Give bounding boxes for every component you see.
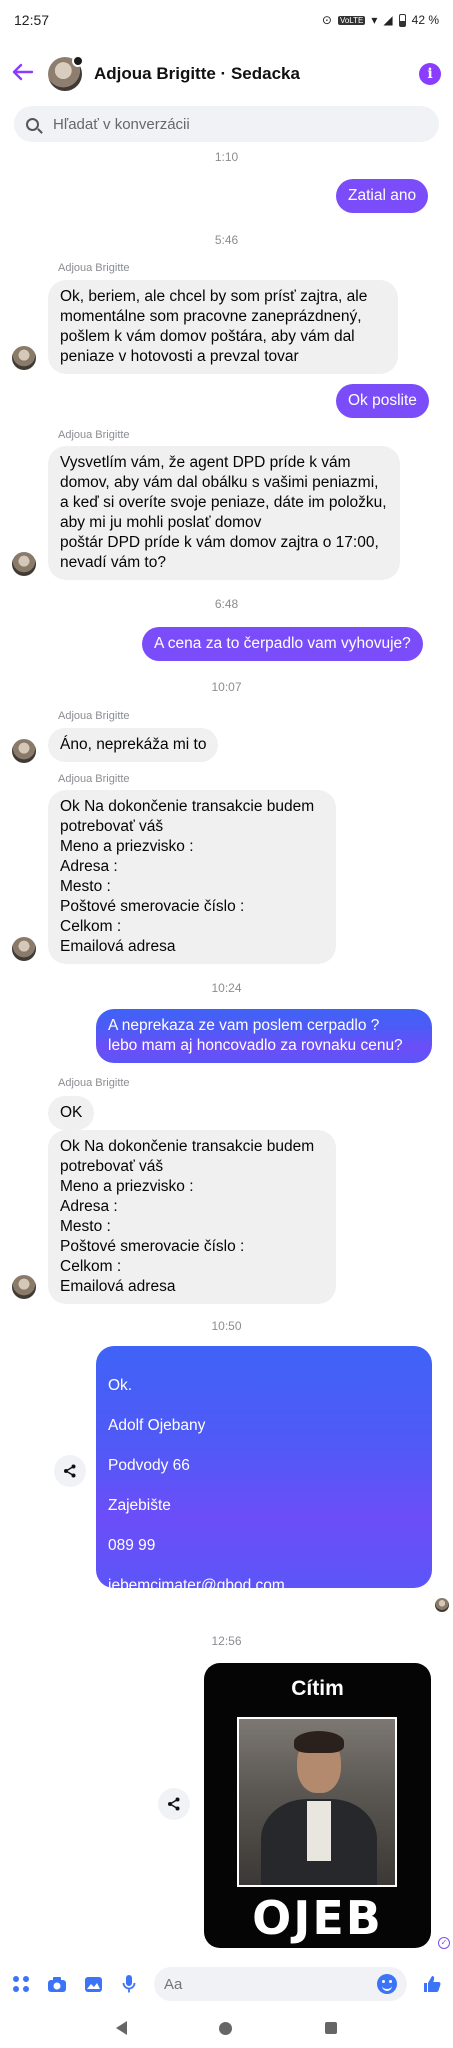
meme-photo	[237, 1717, 397, 1887]
incoming-message[interactable]: Áno, neprekáža mi to	[48, 728, 219, 762]
timestamp: 5:46	[214, 233, 239, 247]
search-input[interactable]	[53, 115, 393, 133]
timestamp: 10:50	[211, 1319, 242, 1333]
status-bar: 12:57 ⊙ VoLTE ▾ ◢ 42 %	[0, 0, 453, 40]
avatar[interactable]	[12, 552, 36, 576]
camera-icon[interactable]	[46, 1973, 68, 1995]
incoming-message[interactable]: Vysvetlím vám, že agent DPD príde k vám …	[48, 446, 400, 580]
image-message[interactable]: Cítim OJEB	[204, 1663, 431, 1948]
timestamp: 10:07	[211, 680, 242, 694]
volte-badge: VoLTE	[337, 15, 366, 25]
sender-name: Adjoua Brigitte	[58, 1077, 130, 1089]
incoming-message[interactable]: Ok Na dokončenie transakcie budem potreb…	[48, 790, 336, 964]
search-icon	[26, 117, 39, 131]
message-input-container[interactable]	[154, 1967, 407, 2001]
group-badge-icon	[72, 55, 84, 67]
avatar[interactable]	[12, 346, 36, 370]
share-icon[interactable]	[158, 1788, 190, 1820]
sender-name: Adjoua Brigitte	[58, 429, 130, 441]
outgoing-message[interactable]: A neprekaza ze vam poslem cerpadlo ? leb…	[96, 1009, 432, 1063]
photo-shirt	[307, 1801, 331, 1861]
address-line: Adolf Ojebany	[108, 1417, 206, 1434]
nav-back-icon[interactable]	[116, 2021, 128, 2035]
signal-icon: ◢	[383, 13, 393, 27]
avatar[interactable]	[12, 937, 36, 961]
emoji-icon[interactable]	[377, 1974, 397, 1994]
battery-icon	[398, 13, 406, 27]
apps-icon[interactable]	[10, 1973, 32, 1995]
outgoing-message[interactable]: Ok poslite	[336, 384, 429, 418]
address-line: Ok.	[108, 1377, 133, 1394]
timestamp: 10:24	[211, 981, 242, 995]
address-line: 089 99	[108, 1537, 156, 1554]
address-line: Podvody 66	[108, 1457, 190, 1474]
search-bar[interactable]	[14, 106, 439, 142]
avatar[interactable]	[12, 1275, 36, 1299]
image-caption-top: Cítim	[291, 1677, 344, 1700]
share-icon[interactable]	[54, 1455, 86, 1487]
nav-home-icon[interactable]	[219, 2021, 233, 2035]
wifi-icon: ▾	[371, 13, 378, 27]
timestamp: 12:56	[211, 1634, 242, 1648]
sender-name: Adjoua Brigitte	[58, 262, 130, 274]
conversation-title[interactable]: Adjoua Brigitte · Sedacka	[94, 64, 419, 84]
image-caption-bottom: OJEB	[252, 1891, 383, 1945]
outgoing-message[interactable]: Zatial ano	[336, 179, 429, 213]
alarm-icon: ⊙	[321, 13, 332, 27]
address-line: Zajebište	[108, 1497, 171, 1514]
incoming-message[interactable]: Ok, beriem, ale chcel by som prísť zajtr…	[48, 280, 398, 374]
like-icon[interactable]	[421, 1973, 443, 1995]
email-link[interactable]: jebemcimater@gbod.com	[108, 1577, 285, 1594]
incoming-message[interactable]: OK	[48, 1096, 95, 1130]
incoming-message[interactable]: Ok Na dokončenie transakcie budem potreb…	[48, 1130, 336, 1304]
outgoing-message-address[interactable]: Ok. Adolf Ojebany Podvody 66 Zajebište 0…	[96, 1346, 432, 1734]
status-icons: ⊙ VoLTE ▾ ◢ 42 %	[322, 13, 439, 27]
timestamp: 1:10	[214, 150, 239, 164]
avatar[interactable]	[12, 739, 36, 763]
sender-name: Adjoua Brigitte	[58, 773, 130, 785]
status-time: 12:57	[14, 12, 50, 28]
outgoing-message[interactable]: A cena za to čerpadlo vam vyhovuje?	[142, 627, 423, 661]
nav-recents-icon[interactable]	[324, 2022, 337, 2034]
timestamp: 6:48	[214, 597, 239, 611]
avatar[interactable]	[48, 55, 84, 91]
info-icon[interactable]: i	[419, 63, 441, 85]
sent-check-icon: ✓	[438, 1937, 450, 1949]
back-arrow-icon[interactable]	[12, 60, 48, 88]
microphone-icon[interactable]	[118, 1973, 140, 1995]
message-input[interactable]	[164, 1975, 377, 1993]
composer-bar	[0, 1962, 453, 2006]
system-navigation-bar	[0, 2008, 453, 2048]
sender-name: Adjoua Brigitte	[58, 710, 130, 722]
gallery-icon[interactable]	[82, 1973, 104, 1995]
battery-level: 42 %	[411, 13, 439, 27]
seen-avatar	[435, 1598, 449, 1612]
photo-hair	[294, 1731, 344, 1753]
chat-header: Adjoua Brigitte · Sedacka i	[0, 40, 453, 108]
